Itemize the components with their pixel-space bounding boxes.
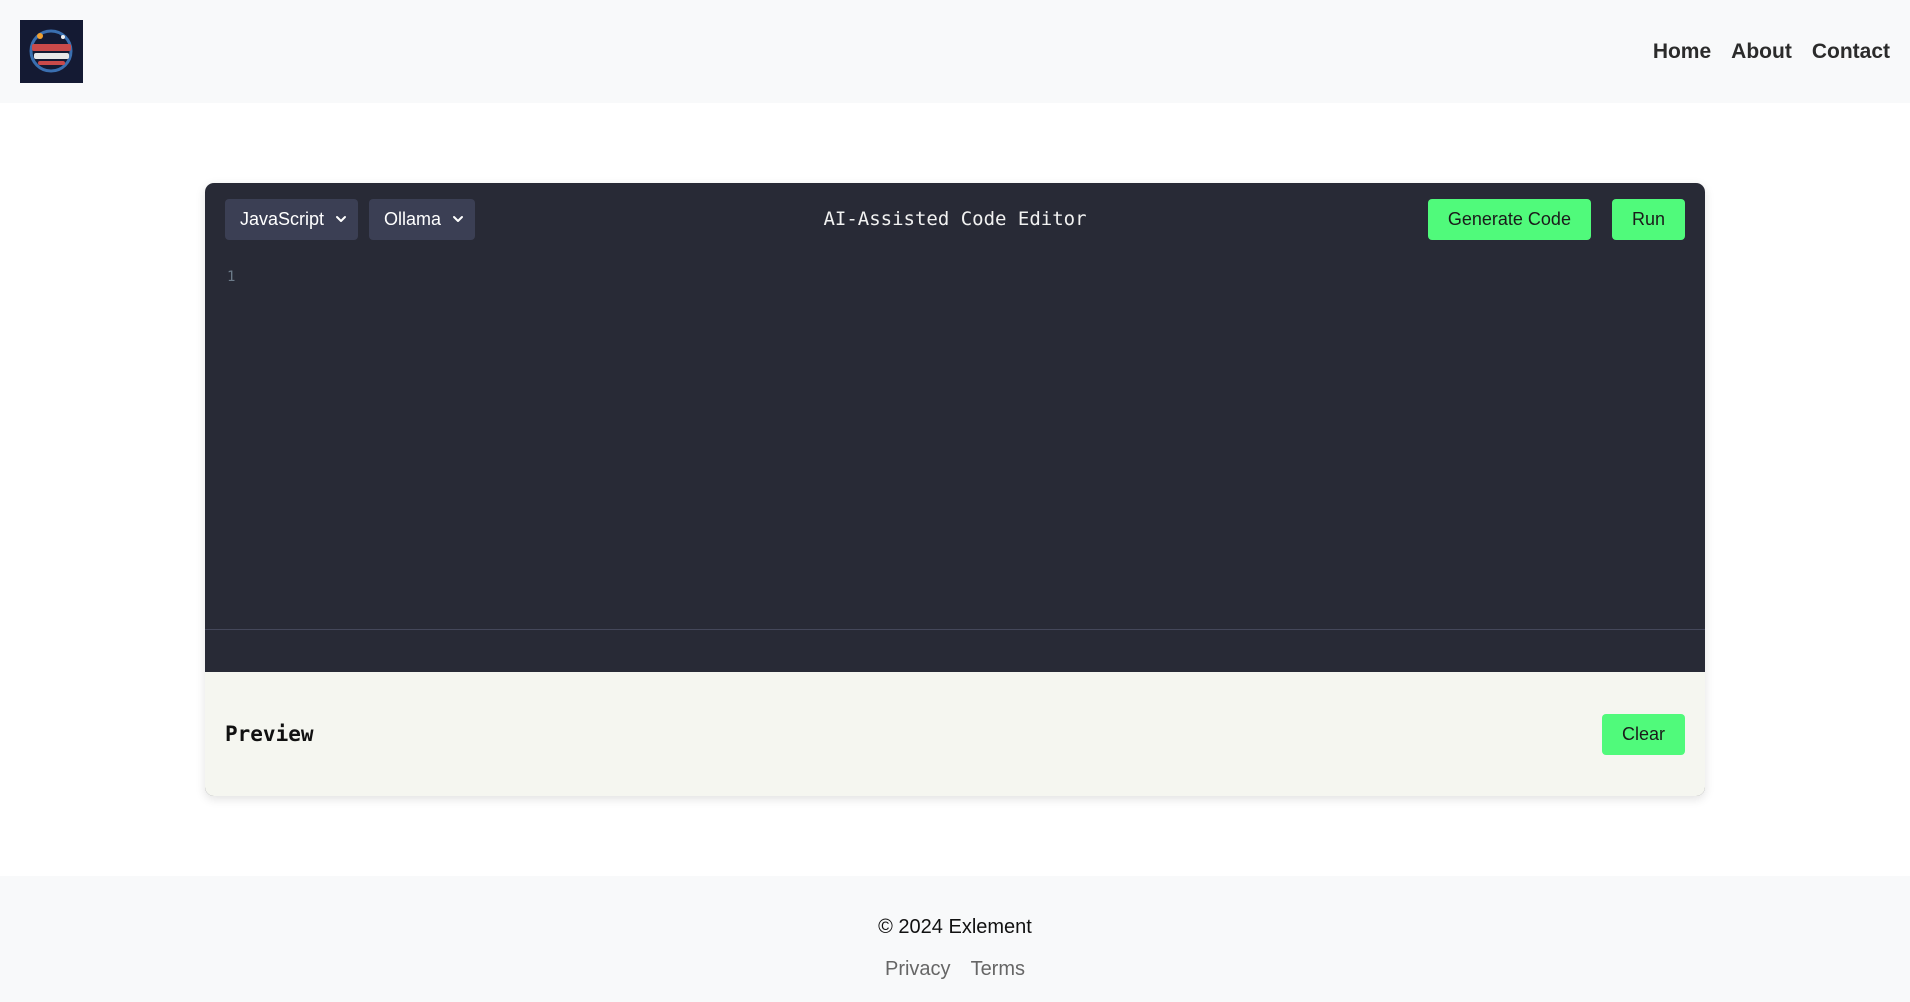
model-select-value: Ollama [384, 208, 442, 229]
footer-link-privacy[interactable]: Privacy [885, 958, 951, 981]
toolbar-actions: Generate Code Run [1427, 198, 1685, 240]
nav-contact[interactable]: Contact [1812, 40, 1890, 64]
copyright-text: © 2024 Exlement [878, 916, 1032, 938]
exlement-logo-icon [20, 20, 83, 83]
footer-link-terms[interactable]: Terms [971, 958, 1025, 981]
site-footer: © 2024 Exlement Privacy Terms [0, 876, 1910, 1002]
nav-about[interactable]: About [1731, 40, 1792, 64]
nav-home[interactable]: Home [1653, 40, 1711, 64]
preview-panel: Preview Clear [205, 672, 1705, 796]
footer-links: Privacy Terms [0, 958, 1910, 981]
code-editor[interactable]: 1 [205, 255, 1705, 630]
chevron-down-icon [336, 216, 347, 222]
main-nav: Home About Contact [1653, 40, 1890, 64]
generate-code-button[interactable]: Generate Code [1427, 198, 1591, 240]
logo[interactable] [20, 20, 83, 83]
line-number: 1 [227, 269, 236, 285]
run-button[interactable]: Run [1611, 198, 1685, 240]
editor-status-bar [205, 630, 1705, 672]
model-select[interactable]: Ollama [369, 198, 476, 240]
language-select[interactable]: JavaScript [225, 198, 359, 240]
site-header: Home About Contact [0, 0, 1910, 103]
preview-title: Preview [225, 722, 314, 746]
clear-button[interactable]: Clear [1601, 713, 1685, 755]
editor-toolbar: JavaScript Ollama Generate Code Run [205, 183, 1705, 255]
chevron-down-icon [453, 216, 464, 222]
editor-card: JavaScript Ollama Generate Code Run AI-A… [205, 183, 1705, 796]
language-select-value: JavaScript [240, 208, 325, 229]
